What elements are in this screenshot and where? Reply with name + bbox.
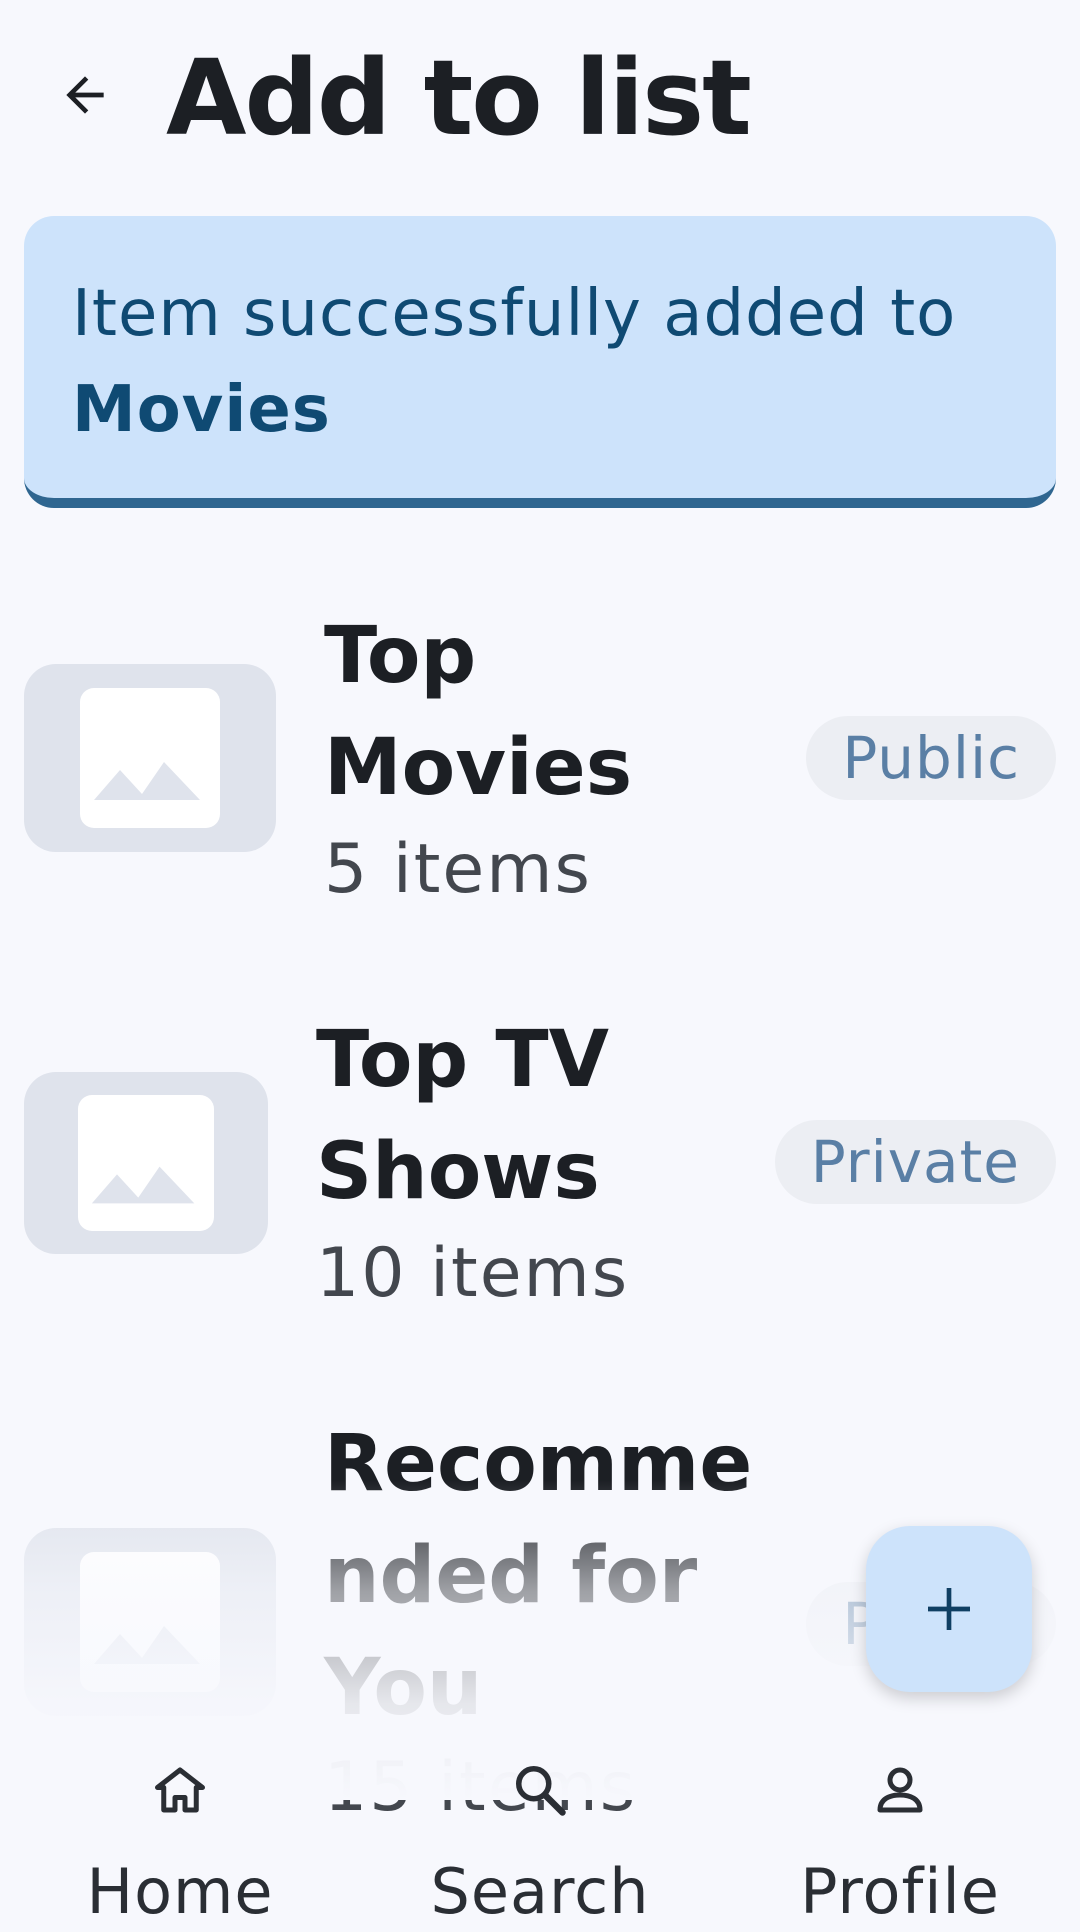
list-name: Recommended for You: [324, 1419, 753, 1733]
list-item[interactable]: Top TV Shows 10 items Private: [0, 1004, 1080, 1334]
visibility-badge: Private: [774, 1120, 1056, 1204]
list-item[interactable]: Top Movies 5 items Public: [0, 600, 1080, 930]
image-placeholder-icon: [94, 1626, 200, 1664]
list-name: Top TV Shows: [316, 1015, 609, 1217]
image-placeholder-icon: [94, 762, 200, 800]
search-icon: [516, 1766, 566, 1816]
plus-icon: [928, 1588, 970, 1630]
page-title: Add to list: [166, 37, 752, 159]
image-placeholder-icon: [91, 1166, 195, 1204]
nav-item-home[interactable]: Home: [0, 1740, 360, 1928]
list-thumbnail: [24, 1528, 276, 1716]
list-thumbnail: [24, 664, 276, 852]
app-header: Add to list: [0, 0, 1080, 190]
list-name: Top Movies: [324, 611, 633, 813]
nav-label: Search: [430, 1855, 650, 1928]
nav-item-profile[interactable]: Profile: [720, 1740, 1080, 1928]
success-toast: Item successfully added to Movies: [24, 216, 1056, 508]
toast-message-prefix: Item successfully added to: [72, 277, 957, 351]
back-button[interactable]: [40, 50, 130, 140]
home-icon: [155, 1767, 205, 1813]
list-thumbnail: [24, 1072, 268, 1254]
nav-item-search[interactable]: Search: [360, 1740, 720, 1928]
list-item-count: 10 items: [316, 1234, 630, 1313]
arrow-left-icon: [66, 76, 104, 114]
add-list-button[interactable]: [866, 1526, 1032, 1692]
person-icon: [877, 1767, 923, 1813]
toast-message: Item successfully added to Movies: [72, 266, 1032, 458]
list-item-count: 5 items: [324, 830, 592, 909]
nav-label: Home: [86, 1855, 274, 1928]
nav-label: Profile: [800, 1855, 1000, 1928]
visibility-badge: Public: [806, 716, 1056, 800]
toast-list-name: Movies: [72, 373, 331, 447]
bottom-navigation: Home Search Profile: [0, 1740, 1080, 1928]
